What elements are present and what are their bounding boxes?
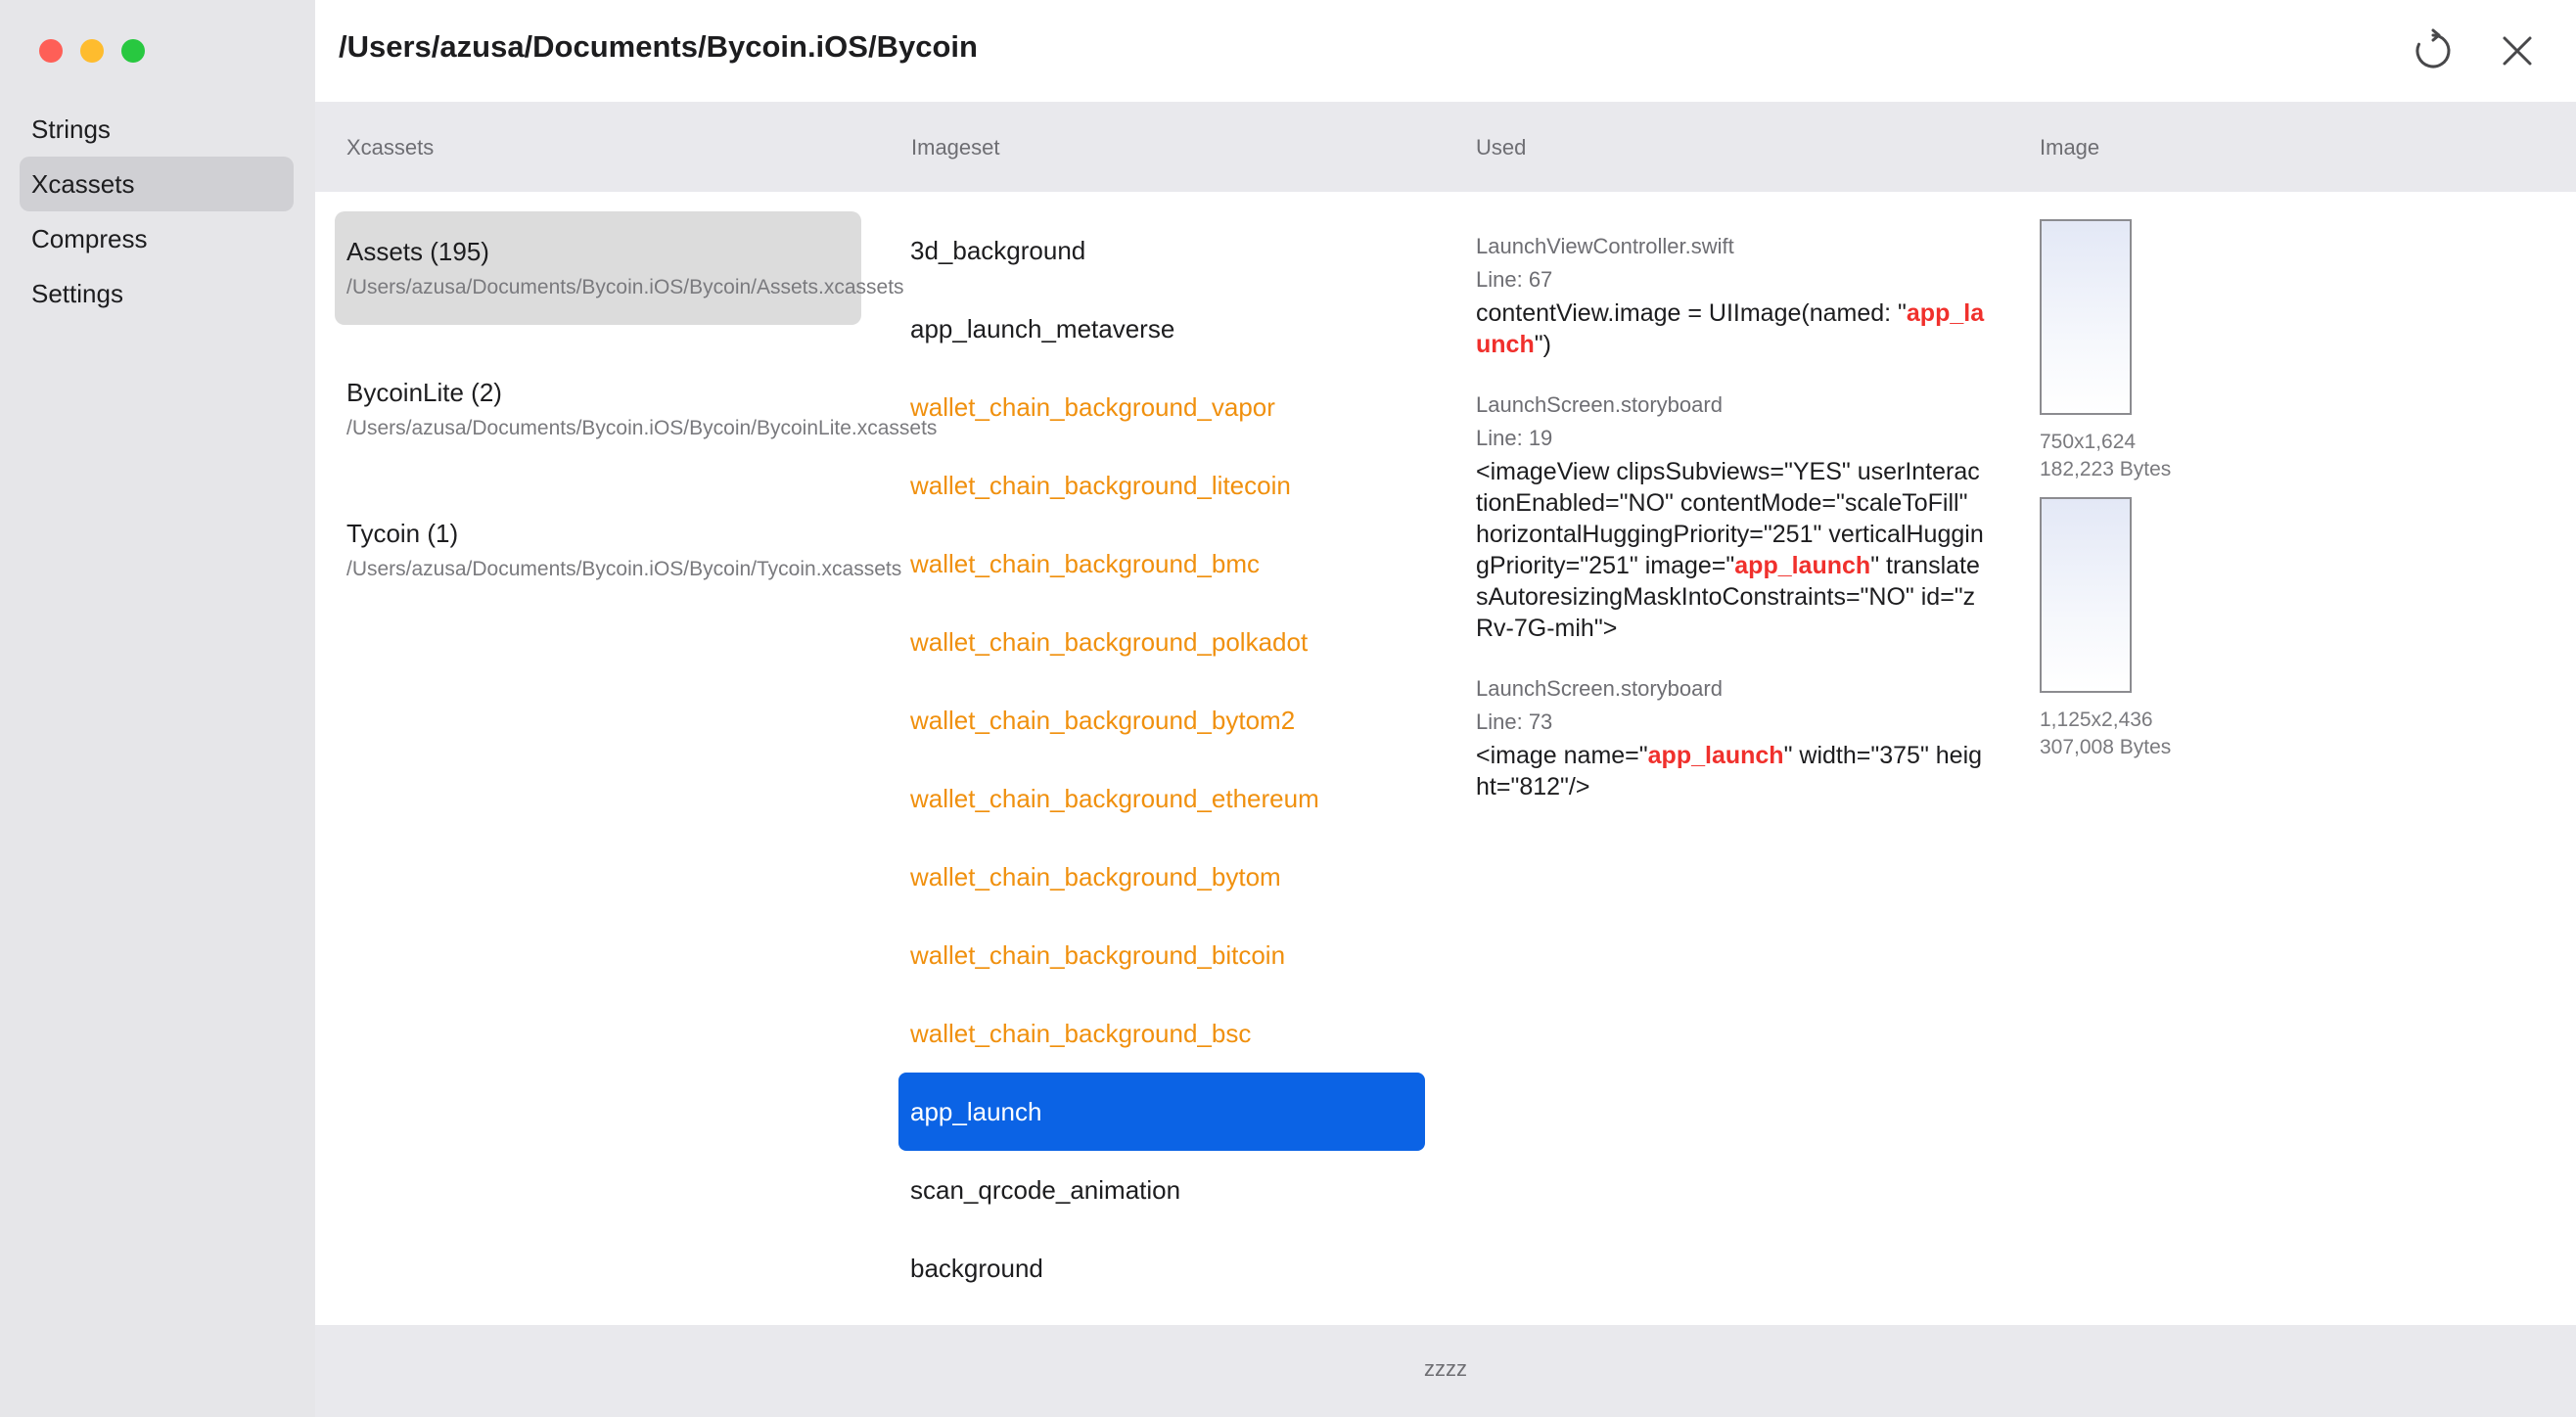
column-header-xcassets: Xcassets bbox=[346, 135, 435, 160]
column-header-used: Used bbox=[1476, 135, 1527, 160]
usage-code: <imageView clipsSubviews="YES" userInter… bbox=[1476, 456, 1985, 644]
imageset-item[interactable]: wallet_chain_background_litecoin bbox=[898, 446, 1425, 525]
xcassets-name: Tycoin (1) bbox=[346, 519, 459, 548]
xcassets-path: /Users/azusa/Documents/Bycoin.iOS/Bycoin… bbox=[346, 417, 938, 439]
code-highlight: app_launch bbox=[1647, 742, 1784, 769]
imageset-item[interactable]: wallet_chain_background_ethereum bbox=[898, 759, 1425, 838]
window-minimize-button[interactable] bbox=[80, 39, 104, 63]
sidebar-item-settings[interactable]: Settings bbox=[20, 266, 294, 321]
refresh-button[interactable] bbox=[2410, 27, 2457, 74]
imageset-item[interactable]: wallet_chain_background_bytom2 bbox=[898, 681, 1425, 759]
xcassets-item[interactable]: Assets (195) /Users/azusa/Documents/Byco… bbox=[335, 211, 904, 325]
sidebar-item-label: Strings bbox=[31, 114, 111, 144]
code-highlight: app_launch bbox=[1734, 552, 1871, 579]
imageset-item[interactable]: background bbox=[898, 1229, 1425, 1307]
imageset-list: 3d_background app_launch_metaverse walle… bbox=[898, 211, 1425, 1307]
column-headers: Xcassets Imageset Used Image bbox=[315, 102, 2576, 192]
imageset-item[interactable]: wallet_chain_background_polkadot bbox=[898, 603, 1425, 681]
sidebar-nav: Strings Xcassets Compress Settings bbox=[20, 102, 294, 321]
usage-list: LaunchViewController.swift Line: 67 cont… bbox=[1476, 231, 1985, 832]
title-bar: /Users/azusa/Documents/Bycoin.iOS/Bycoin bbox=[315, 0, 2576, 102]
sidebar-item-label: Xcassets bbox=[31, 169, 135, 199]
imageset-item[interactable]: wallet_chain_background_vapor bbox=[898, 368, 1425, 446]
usage-file: LaunchViewController.swift bbox=[1476, 234, 1734, 258]
main-panel: /Users/azusa/Documents/Bycoin.iOS/Bycoin… bbox=[315, 0, 2576, 1417]
usage-line: Line: 67 bbox=[1476, 267, 1553, 292]
xcassets-item[interactable]: Tycoin (1) /Users/azusa/Documents/Bycoin… bbox=[335, 493, 902, 607]
usage-file: LaunchScreen.storyboard bbox=[1476, 676, 1723, 701]
code-text: contentView.image = UIImage(named: " bbox=[1476, 299, 1907, 327]
usage-code: <image name="app_launch" width="375" hei… bbox=[1476, 740, 1985, 802]
imageset-item[interactable]: wallet_chain_background_bitcoin bbox=[898, 916, 1425, 994]
image-thumbnail bbox=[2040, 497, 2132, 693]
image-preview[interactable]: 750x1,624 182,223 Bytes bbox=[2040, 219, 2431, 483]
window-close-button[interactable] bbox=[39, 39, 63, 63]
usage-file: LaunchScreen.storyboard bbox=[1476, 392, 1723, 417]
refresh-icon bbox=[2415, 28, 2451, 69]
traffic-lights bbox=[39, 39, 145, 63]
code-text: <image name=" bbox=[1476, 742, 1648, 769]
column-header-imageset: Imageset bbox=[911, 135, 1000, 160]
usage-line: Line: 19 bbox=[1476, 426, 1553, 450]
usage-code: contentView.image = UIImage(named: "app_… bbox=[1476, 297, 1985, 360]
content-area: Assets (195) /Users/azusa/Documents/Byco… bbox=[315, 192, 2576, 1325]
status-bar: zzzz bbox=[315, 1325, 2576, 1417]
code-text: ") bbox=[1534, 331, 1551, 358]
usage-item[interactable]: LaunchScreen.storyboard Line: 73 <image … bbox=[1476, 673, 1985, 802]
usage-line: Line: 73 bbox=[1476, 709, 1553, 734]
xcassets-name: BycoinLite (2) bbox=[346, 378, 502, 407]
status-text: zzzz bbox=[1424, 1356, 1467, 1381]
imageset-item[interactable]: wallet_chain_background_bmc bbox=[898, 525, 1425, 603]
column-header-image: Image bbox=[2040, 135, 2100, 160]
sidebar-item-label: Compress bbox=[31, 224, 148, 253]
window-maximize-button[interactable] bbox=[121, 39, 145, 63]
xcassets-path: /Users/azusa/Documents/Bycoin.iOS/Bycoin… bbox=[346, 558, 902, 580]
app-window: Strings Xcassets Compress Settings /User… bbox=[0, 0, 2576, 1417]
usage-item[interactable]: LaunchScreen.storyboard Line: 19 <imageV… bbox=[1476, 389, 1985, 644]
imageset-item[interactable]: app_launch_metaverse bbox=[898, 290, 1425, 368]
sidebar-item-compress[interactable]: Compress bbox=[20, 211, 294, 266]
page-title: /Users/azusa/Documents/Bycoin.iOS/Bycoin bbox=[339, 29, 978, 64]
image-dimensions: 750x1,624 bbox=[2040, 431, 2137, 453]
imageset-item[interactable]: wallet_chain_background_bytom bbox=[898, 838, 1425, 916]
imageset-item[interactable]: scan_qrcode_animation bbox=[898, 1151, 1425, 1229]
xcassets-name: Assets (195) bbox=[346, 237, 489, 266]
usage-item[interactable]: LaunchViewController.swift Line: 67 cont… bbox=[1476, 231, 1985, 360]
imageset-item-selected[interactable]: app_launch bbox=[898, 1073, 1425, 1151]
image-preview-list: 750x1,624 182,223 Bytes 1,125x2,436 307,… bbox=[2040, 219, 2431, 775]
imageset-item[interactable]: 3d_background bbox=[898, 211, 1425, 290]
close-button[interactable] bbox=[2494, 27, 2541, 74]
sidebar-item-label: Settings bbox=[31, 279, 123, 308]
close-icon bbox=[2503, 36, 2532, 66]
image-dimensions: 1,125x2,436 bbox=[2040, 708, 2153, 731]
sidebar-item-strings[interactable]: Strings bbox=[20, 102, 294, 157]
sidebar: Strings Xcassets Compress Settings bbox=[0, 0, 315, 1417]
image-size: 182,223 Bytes bbox=[2040, 458, 2172, 480]
image-thumbnail bbox=[2040, 219, 2132, 415]
xcassets-path: /Users/azusa/Documents/Bycoin.iOS/Bycoin… bbox=[346, 276, 904, 298]
sidebar-item-xcassets[interactable]: Xcassets bbox=[20, 157, 294, 211]
imageset-item[interactable]: wallet_chain_background_bsc bbox=[898, 994, 1425, 1073]
xcassets-item[interactable]: BycoinLite (2) /Users/azusa/Documents/By… bbox=[335, 352, 938, 466]
image-size: 307,008 Bytes bbox=[2040, 736, 2172, 758]
image-preview[interactable]: 1,125x2,436 307,008 Bytes bbox=[2040, 497, 2431, 761]
